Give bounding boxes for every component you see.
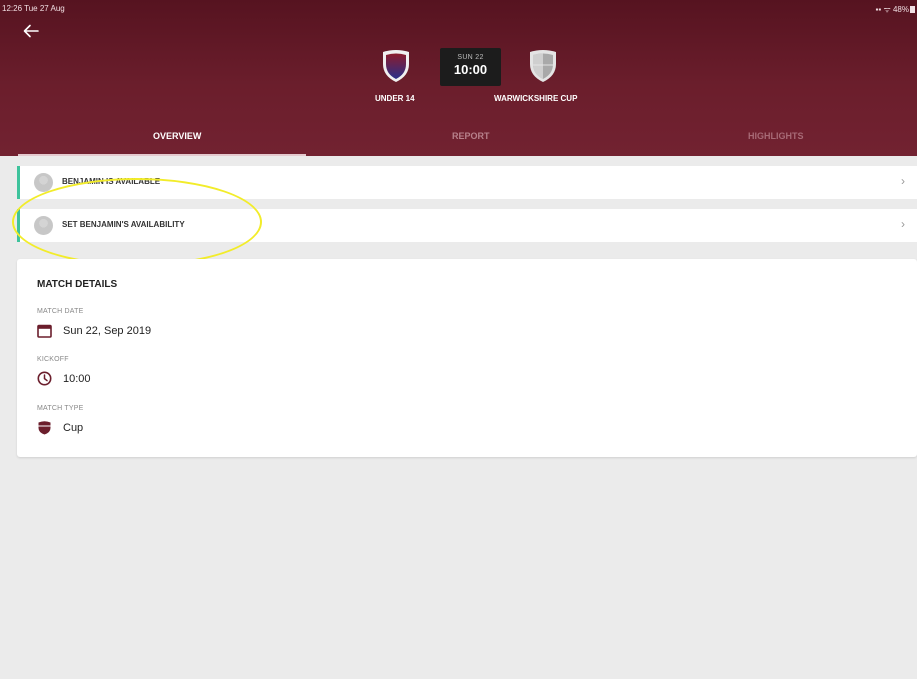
- kickoff-time: 10:00: [453, 62, 488, 77]
- shield-icon: [38, 421, 51, 435]
- match-details-card: MATCH DETAILS MATCH DATE Sun 22, Sep 201…: [17, 259, 917, 457]
- set-availability-row[interactable]: SET BENJAMIN'S AVAILABILITY ›: [17, 209, 917, 242]
- match-date-value: Sun 22, Sep 2019: [63, 325, 152, 337]
- signal-icon: ▪▪: [875, 5, 882, 14]
- avatar: [34, 216, 53, 235]
- active-tab-indicator: [18, 154, 306, 156]
- status-date: Tue 27 Aug: [24, 4, 65, 13]
- tab-highlights[interactable]: HIGHLIGHTS: [748, 131, 804, 141]
- battery-percent: 48%: [892, 5, 909, 14]
- tab-overview[interactable]: OVERVIEW: [153, 131, 201, 141]
- match-type-value: Cup: [63, 422, 84, 434]
- tab-report[interactable]: REPORT: [452, 131, 490, 141]
- away-team-name: WARWICKSHIRE CUP: [494, 94, 578, 103]
- match-type-label: MATCH TYPE: [37, 405, 84, 412]
- avatar: [34, 173, 53, 192]
- home-team-name: UNDER 14: [375, 94, 415, 103]
- status-bar-time: 12:26 Tue 27 Aug: [2, 4, 65, 13]
- wifi-icon: ᯤ: [883, 5, 891, 14]
- set-availability-label: SET BENJAMIN'S AVAILABILITY: [62, 220, 185, 229]
- status-time: 12:26: [2, 4, 23, 13]
- kickoff-value: 10:00: [63, 373, 91, 385]
- match-header: 12:26 Tue 27 Aug ▪▪ ᯤ 48% SUN 22 10:00 U…: [0, 0, 917, 156]
- kickoff-box: SUN 22 10:00: [440, 48, 501, 86]
- availability-status-label: BENJAMIN IS AVAILABLE: [62, 177, 161, 186]
- match-day: SUN 22: [457, 54, 484, 61]
- chevron-right-icon: ›: [901, 174, 905, 188]
- calendar-icon: [37, 324, 52, 338]
- back-arrow-icon[interactable]: [22, 22, 40, 40]
- away-team-crest-icon: [530, 50, 556, 82]
- match-details-title: MATCH DETAILS: [37, 279, 118, 290]
- status-bar-indicators: ▪▪ ᯤ 48%: [876, 4, 915, 15]
- kickoff-label: KICKOFF: [37, 356, 69, 363]
- home-team-crest-icon: [383, 50, 409, 82]
- battery-icon: [910, 6, 915, 13]
- chevron-right-icon: ›: [901, 217, 905, 231]
- availability-status-row[interactable]: BENJAMIN IS AVAILABLE ›: [17, 166, 917, 199]
- match-date-label: MATCH DATE: [37, 308, 84, 315]
- clock-icon: [37, 371, 52, 386]
